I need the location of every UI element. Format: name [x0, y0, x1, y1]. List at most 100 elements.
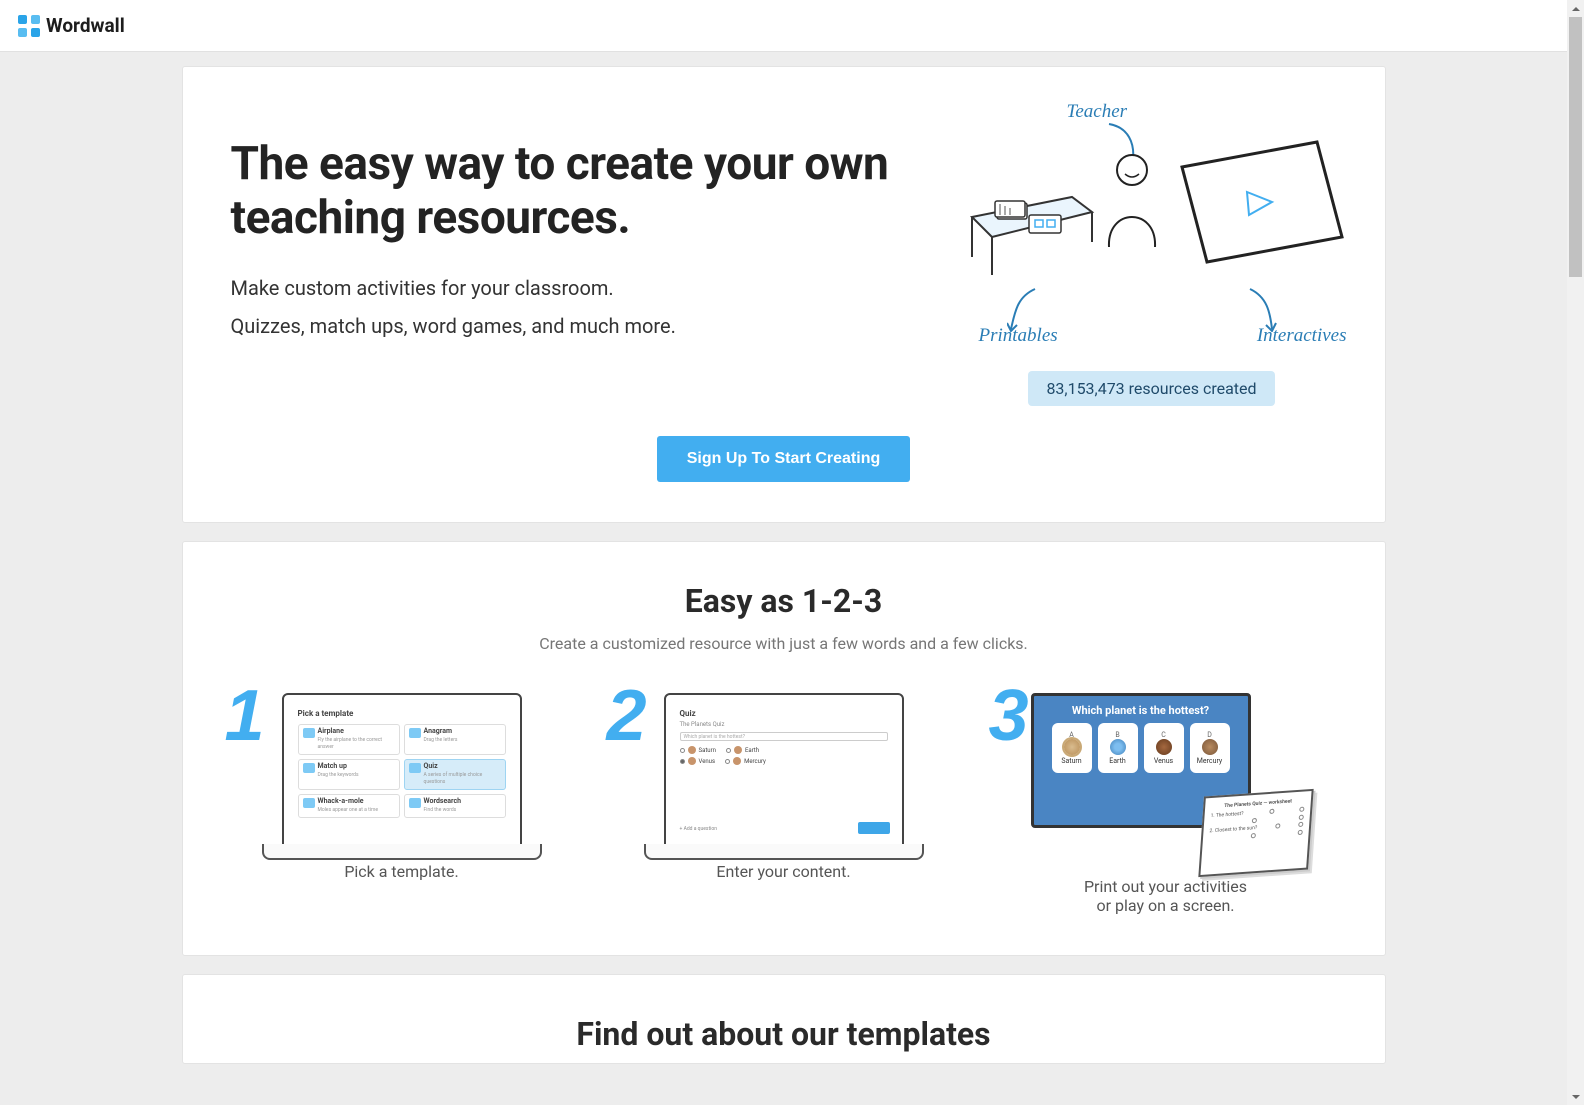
planet-option: B Earth — [1098, 723, 1138, 773]
add-question-label: + Add a question — [680, 826, 717, 832]
quiz-option: Mercury — [725, 757, 766, 765]
template-cell: Quiz A series of multiple choice question… — [404, 759, 506, 790]
step-number: 1 — [225, 675, 265, 757]
step-caption: Enter your content. — [613, 862, 955, 881]
screen-title: Pick a template — [298, 709, 506, 718]
arrow-icon — [1242, 287, 1277, 332]
resources-count-badge: 83,153,473 resources created — [1028, 371, 1274, 406]
template-thumb-icon — [303, 798, 315, 808]
step-caption: Print out your activities or play on a s… — [995, 877, 1337, 915]
screen-title: Quiz — [680, 709, 888, 718]
template-thumb-icon — [303, 728, 315, 738]
templates-title: Find out about our templates — [231, 1015, 1337, 1053]
template-desc: Drag the letters — [424, 737, 458, 743]
brand-icon — [18, 15, 40, 37]
option-label: Venus — [699, 758, 716, 765]
planet-option: C Venus — [1144, 723, 1184, 773]
template-desc: Find the words — [424, 807, 457, 813]
template-cell: Whack-a-mole Moles appear one at a time — [298, 794, 400, 817]
radio-icon — [726, 748, 731, 753]
easy-title: Easy as 1-2-3 — [231, 582, 1337, 620]
step-2: 2 Quiz The Planets Quiz Which planet is … — [613, 693, 955, 915]
radio-icon — [725, 759, 730, 764]
laptop-illustration: Pick a template Airplane Fly the airplane… — [282, 693, 522, 848]
laptop-illustration: Quiz The Planets Quiz Which planet is th… — [664, 693, 904, 848]
planet-icon — [688, 757, 696, 765]
template-thumb-icon — [409, 728, 421, 738]
template-desc: Fly the airplane to the correct answer — [318, 737, 383, 751]
planet-icon — [688, 746, 696, 754]
step-caption: Pick a template. — [231, 862, 573, 881]
option-letter: A — [1069, 731, 1074, 739]
scroll-down-arrow-icon[interactable] — [1567, 1088, 1584, 1105]
hero-illustration: Teacher Printables Interactives — [967, 107, 1337, 327]
printout-illustration: The Planets Quiz — worksheet 1. The hott… — [1198, 789, 1313, 877]
hero-subtitle-2: Quizzes, match ups, word games, and much… — [231, 314, 927, 338]
quiz-option: Venus — [680, 757, 716, 765]
template-cell: Match upDrag the keywords — [298, 759, 400, 790]
option-label: Earth — [745, 747, 759, 754]
step-3: 3 Which planet is the hottest? ASaturnBE… — [995, 693, 1337, 915]
template-thumb-icon — [409, 763, 421, 773]
top-bar: Wordwall — [0, 0, 1584, 52]
planet-icon — [1064, 739, 1080, 755]
template-name: Anagram — [424, 727, 453, 735]
desk-sketch-icon — [967, 187, 1097, 277]
monitor-illustration: Which planet is the hottest? ASaturnBEar… — [1031, 693, 1301, 863]
signup-button[interactable]: Sign Up To Start Creating — [657, 436, 910, 482]
person-sketch-icon — [1097, 152, 1177, 262]
question-input: Which planet is the hottest? — [680, 732, 888, 741]
planet-icon — [1110, 739, 1126, 755]
step-caption-line2: or play on a screen. — [995, 896, 1337, 915]
planet-icon — [734, 746, 742, 754]
planet-name: Saturn — [1061, 757, 1081, 765]
option-letter: D — [1207, 731, 1212, 739]
templates-card: Find out about our templates — [182, 974, 1386, 1064]
option-label: Saturn — [699, 747, 716, 754]
template-name: Whack-a-mole — [318, 797, 364, 805]
planet-name: Venus — [1154, 757, 1173, 765]
scrollbar[interactable] — [1567, 0, 1584, 1105]
easy-subtitle: Create a customized resource with just a… — [231, 634, 1337, 653]
template-thumb-icon — [303, 763, 315, 773]
scrollbar-thumb[interactable] — [1569, 17, 1582, 277]
screen-sketch-icon — [1177, 137, 1347, 267]
option-letter: B — [1115, 731, 1119, 739]
hero-title: The easy way to create your own teaching… — [231, 137, 927, 246]
step-1: 1 Pick a template AirplaneFly the airpla… — [231, 693, 573, 915]
template-thumb-icon — [409, 798, 421, 808]
planet-icon — [1156, 739, 1172, 755]
brand-name: Wordwall — [46, 14, 125, 37]
quiz-option: Saturn — [680, 746, 716, 754]
scroll-up-arrow-icon[interactable] — [1567, 0, 1584, 17]
illus-label-teacher: Teacher — [1067, 101, 1128, 123]
planet-option: DMercury — [1190, 723, 1230, 773]
planet-option: A Saturn — [1052, 723, 1092, 773]
template-desc: Drag the keywords — [318, 772, 359, 778]
hero-card: The easy way to create your own teaching… — [182, 66, 1386, 523]
template-desc: Moles appear one at a time — [318, 807, 379, 813]
planet-icon — [1202, 739, 1218, 755]
template-cell: Airplane Fly the airplane to the correct … — [298, 724, 400, 755]
option-letter: C — [1161, 731, 1166, 739]
arrow-icon — [1007, 287, 1042, 332]
template-desc: A series of multiple choice questions — [424, 772, 483, 786]
template-name: Quiz — [424, 762, 438, 770]
planet-icon — [733, 757, 741, 765]
template-cell: Anagram Drag the letters — [404, 724, 506, 755]
planet-name: Earth — [1109, 757, 1125, 765]
easy-steps-card: Easy as 1-2-3 Create a customized resour… — [182, 541, 1386, 956]
quiz-option: Earth — [726, 746, 759, 754]
screen-subtitle: The Planets Quiz — [680, 721, 888, 728]
step-number: 2 — [607, 675, 647, 757]
radio-icon — [680, 748, 685, 753]
step-number: 3 — [989, 675, 1029, 757]
template-cell: Wordsearch Find the words — [404, 794, 506, 817]
template-name: Airplane — [318, 727, 344, 735]
brand-logo[interactable]: Wordwall — [18, 14, 125, 37]
option-label: Mercury — [744, 758, 766, 765]
template-name: Wordsearch — [424, 797, 462, 805]
done-button-icon — [858, 822, 890, 834]
step-caption-line1: Print out your activities — [1084, 877, 1247, 896]
hero-subtitle-1: Make custom activities for your classroo… — [231, 276, 927, 300]
